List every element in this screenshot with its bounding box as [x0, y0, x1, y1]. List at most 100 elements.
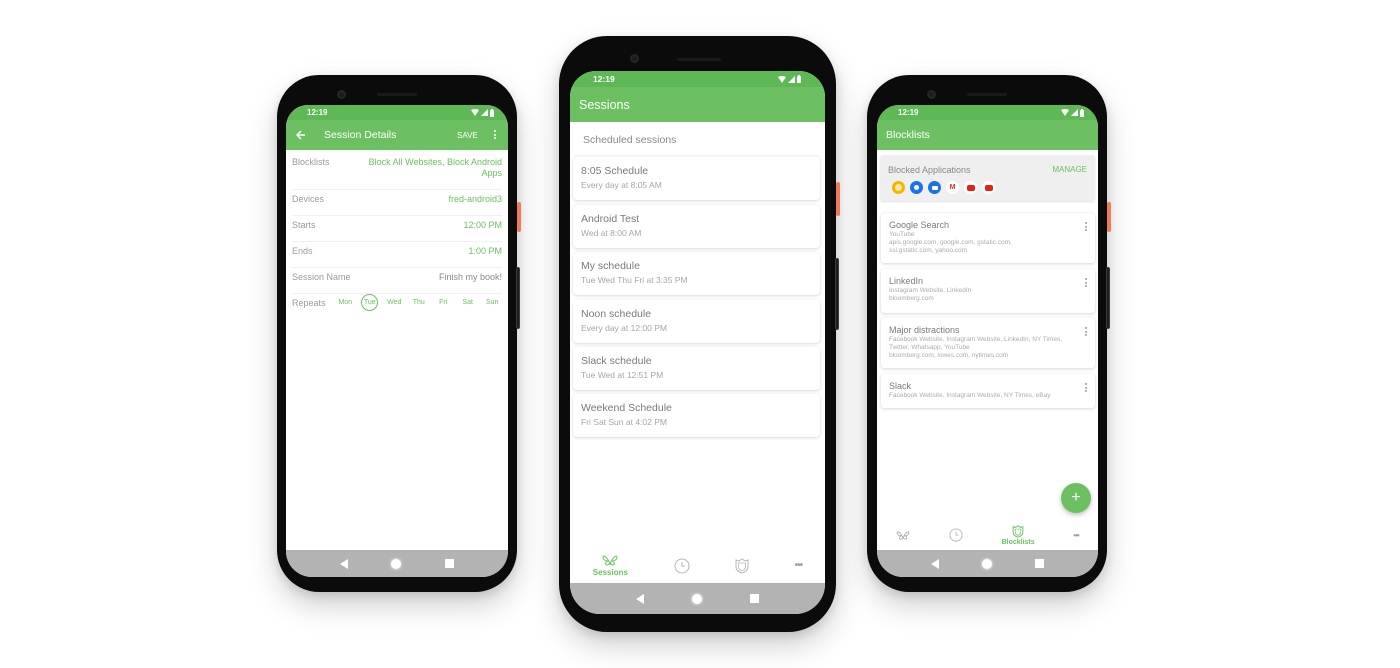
- blocklist-name: Major distractions: [889, 325, 960, 335]
- app-bar: Session Details SAVE: [286, 120, 508, 150]
- field-label: Ends: [292, 246, 313, 256]
- session-card[interactable]: Noon schedule Every day at 12:00 PM: [573, 300, 820, 343]
- blocklist-name: LinkedIn: [889, 276, 924, 286]
- day-toggle[interactable]: Thu: [407, 299, 432, 306]
- front-camera: [337, 90, 346, 99]
- home-icon[interactable]: [981, 558, 992, 569]
- nav-schedule[interactable]: [949, 528, 963, 542]
- youtube-icon: [964, 181, 977, 194]
- nav-schedule[interactable]: [674, 558, 690, 574]
- manage-button[interactable]: MANAGE: [1052, 165, 1087, 174]
- more-vertical-icon[interactable]: [1085, 222, 1087, 233]
- nav-blocklists[interactable]: Blocklists: [1001, 524, 1035, 546]
- blocklist-card[interactable]: Major distractions Facebook Website, Ins…: [881, 318, 1095, 368]
- battery-icon: [1080, 108, 1084, 117]
- nav-label: Sessions: [592, 568, 628, 577]
- more-horizontal-icon: •••: [794, 560, 803, 571]
- signal-icon: [1071, 109, 1078, 116]
- session-card[interactable]: Slack schedule Tue Wed at 12:51 PM: [573, 347, 820, 390]
- system-nav-bar: [877, 550, 1098, 577]
- page-title: Session Details: [324, 129, 397, 141]
- youtube-icon: [982, 181, 995, 194]
- starts-row[interactable]: Starts 12:00 PM: [292, 220, 502, 242]
- session-card[interactable]: My schedule Tue Wed Thu Fri at 3:35 PM: [573, 252, 820, 295]
- battery-icon: [490, 108, 494, 117]
- day-toggle[interactable]: Tue: [358, 294, 383, 311]
- save-button[interactable]: SAVE: [457, 131, 478, 140]
- more-vertical-icon[interactable]: [1085, 278, 1087, 289]
- day-toggle[interactable]: Sun: [480, 299, 505, 306]
- session-schedule: Every day at 8:05 AM: [581, 180, 662, 190]
- back-icon[interactable]: [636, 593, 644, 604]
- more-vertical-icon[interactable]: [494, 130, 496, 139]
- blocklist-detail: Instagram Website, LinkedIn: [889, 287, 972, 294]
- blocklist-detail: bloomberg.com: [889, 295, 934, 302]
- more-vertical-icon[interactable]: [1085, 383, 1087, 394]
- session-name-value: Finish my book!: [438, 272, 502, 282]
- session-schedule: Tue Wed Thu Fri at 3:35 PM: [581, 275, 688, 285]
- session-card[interactable]: Weekend Schedule Fri Sat Sun at 4:02 PM: [573, 394, 820, 437]
- butterfly-icon: [602, 555, 618, 566]
- nav-more[interactable]: •••: [795, 560, 803, 571]
- day-toggle[interactable]: Fri: [431, 299, 456, 306]
- earpiece-speaker: [967, 93, 1007, 96]
- session-schedule: Tue Wed at 12:51 PM: [581, 370, 664, 380]
- blocklist-card[interactable]: LinkedIn Instagram Website, LinkedIn blo…: [881, 269, 1095, 313]
- add-blocklist-button[interactable]: +: [1061, 483, 1091, 513]
- ends-value: 1:00 PM: [468, 246, 502, 256]
- bottom-nav: Blocklists •••: [877, 521, 1098, 549]
- signal-icon: [481, 109, 488, 116]
- day-toggle[interactable]: Sat: [456, 299, 481, 306]
- more-vertical-icon[interactable]: [1085, 327, 1087, 338]
- recents-icon[interactable]: [1035, 559, 1045, 568]
- session-card[interactable]: 8:05 Schedule Every day at 8:05 AM: [573, 157, 820, 200]
- devices-row[interactable]: Devices fred-android3: [292, 194, 502, 216]
- repeats-label: Repeats: [292, 298, 326, 308]
- screen: 12:19 Blocklists Blocked Applications MA…: [877, 105, 1098, 577]
- blocklist-card[interactable]: Slack Facebook Website, Instagram Websit…: [881, 374, 1095, 408]
- status-bar: 12:19: [286, 105, 508, 120]
- blocklist-detail: Facebook Website, Instagram Website, Lin…: [889, 336, 1063, 343]
- back-icon[interactable]: [339, 558, 348, 569]
- blocked-applications-card[interactable]: Blocked Applications MANAGE M: [880, 155, 1095, 201]
- section-header: Scheduled sessions: [583, 134, 677, 146]
- back-icon[interactable]: [930, 558, 939, 569]
- day-toggle[interactable]: Wed: [382, 299, 407, 306]
- ends-row[interactable]: Ends 1:00 PM: [292, 246, 502, 268]
- session-name: Noon schedule: [581, 308, 652, 320]
- nav-sessions[interactable]: Sessions: [593, 554, 628, 577]
- session-schedule: Every day at 12:00 PM: [581, 323, 667, 333]
- wifi-icon: [778, 75, 786, 83]
- status-time: 12:19: [307, 108, 328, 117]
- repeat-days: Mon Tue Wed Thu Fri Sat Sun: [333, 294, 505, 311]
- devices-value: fred-android3: [448, 194, 502, 204]
- blocklist-detail: apis.google.com, google.com, gstatic.com…: [889, 239, 1012, 246]
- page-title: Blocklists: [886, 129, 930, 141]
- blocklists-row[interactable]: Blocklists Block All Websites, Block And…: [292, 157, 502, 190]
- blocklists-value: Block All Websites, Block Android Apps: [368, 157, 502, 178]
- session-card[interactable]: Android Test Wed at 8:00 AM: [573, 205, 820, 248]
- session-name-row[interactable]: Session Name Finish my book!: [292, 272, 502, 294]
- blocklist-detail: ssl.gstatic.com, yahoo.com: [889, 247, 968, 254]
- blocklist-card[interactable]: Google Search YouTube apis.google.com, g…: [881, 213, 1095, 263]
- nav-label: Blocklists: [1001, 538, 1035, 546]
- recents-icon[interactable]: [750, 594, 759, 603]
- blocked-applications-title: Blocked Applications: [888, 165, 971, 175]
- field-label: Blocklists: [292, 157, 330, 167]
- bottom-nav: Sessions •••: [570, 548, 825, 583]
- divider: [575, 155, 820, 156]
- nav-sessions[interactable]: [896, 530, 910, 540]
- power-button: [1107, 202, 1111, 232]
- recents-icon[interactable]: [445, 559, 455, 568]
- home-icon[interactable]: [391, 558, 402, 569]
- blocklist-detail: Twitter, Whatsapp, YouTube: [889, 344, 970, 351]
- nav-blocklists[interactable]: [735, 557, 749, 574]
- day-toggle[interactable]: Mon: [333, 299, 358, 306]
- field-label: Devices: [292, 194, 325, 204]
- home-icon[interactable]: [692, 593, 702, 604]
- earpiece-speaker: [377, 93, 417, 96]
- front-camera: [630, 54, 639, 63]
- arrow-left-icon[interactable]: [296, 130, 306, 140]
- nav-more[interactable]: •••: [1073, 531, 1079, 540]
- blocklist-name: Slack: [889, 381, 912, 391]
